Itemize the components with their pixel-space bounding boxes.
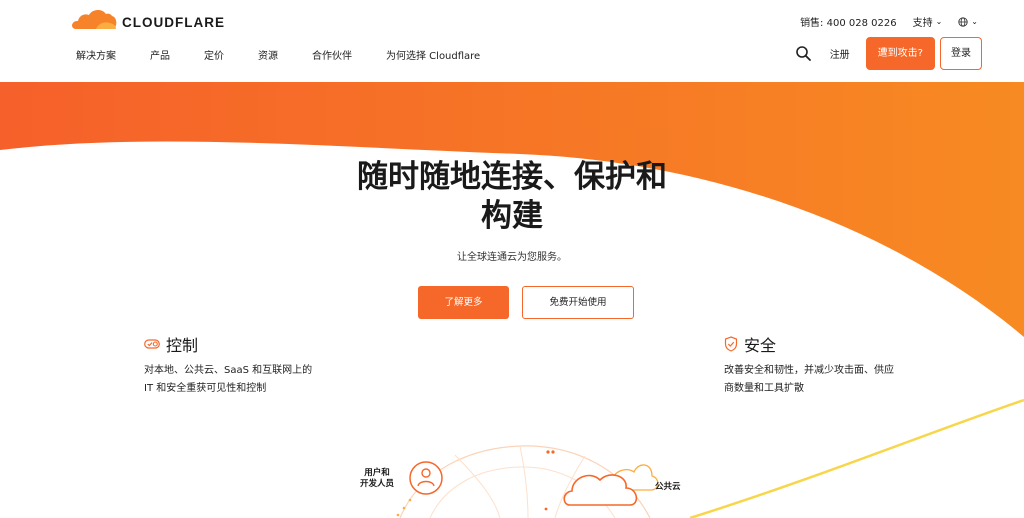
hero-title-line1: 随时随地连接、保护和 [357,159,667,195]
users-developers-label-line2: 开发人员 [359,479,394,489]
feature-security: 安全 改善安全和韧性，并减少攻击面、供应 商数量和工具扩散 [724,332,919,398]
user-node [409,461,443,495]
feature-security-desc-line1: 改善安全和韧性，并减少攻击面、供应 [724,365,894,376]
hero-title-line2: 构建 [481,198,543,234]
users-developers-label-line1: 用户和 [364,468,390,478]
start-free-button[interactable]: 免费开始使用 [522,286,634,319]
nav-item-why-cloudflare[interactable]: 为何选择 Cloudflare [386,47,480,62]
feature-control: 控制 对本地、公共云、SaaS 和互联网上的 IT 和安全重获可见性和控制 [144,332,339,398]
feature-security-title: 安全 [744,336,777,355]
feature-control-description: 对本地、公共云、SaaS 和互联网上的 IT 和安全重获可见性和控制 [144,362,339,398]
main-nav: 解决方案 产品 定价 资源 合作伙伴 为何选择 Cloudflare [76,47,514,62]
nav-item-resources[interactable]: 资源 [258,47,278,62]
users-developers-label: 用户和 开发人员 [352,468,402,490]
shield-check-icon [724,336,738,352]
feature-control-desc-line1: 对本地、公共云、SaaS 和互联网上的 [144,365,313,376]
learn-more-button[interactable]: 了解更多 [418,286,509,319]
support-label: 支持 [912,18,933,29]
utility-bar: 销售: 400 028 0226 支持 ⌄ ⌄ [784,14,978,29]
sales-phone[interactable]: 销售: 400 028 0226 [800,14,897,29]
nav-item-products[interactable]: 产品 [150,47,170,62]
header-actions: 注册 遭到攻击? 登录 [794,37,982,70]
brand-wordmark: CLOUDFLARE [122,14,225,30]
public-cloud-label: 公共云 [655,482,681,492]
nav-item-pricing[interactable]: 定价 [204,47,224,62]
chevron-down-icon: ⌄ [971,17,978,26]
cloudflare-logo[interactable]: CLOUDFLARE [70,7,225,31]
nav-item-partners[interactable]: 合作伙伴 [312,47,352,62]
under-attack-button[interactable]: 遭到攻击? [865,37,935,70]
globe-icon [958,16,968,27]
toggle-check-icon [144,339,160,349]
nav-item-solutions[interactable]: 解决方案 [76,47,116,62]
signup-link[interactable]: 注册 [830,46,850,61]
search-icon[interactable] [794,44,814,64]
feature-security-desc-line2: 商数量和工具扩散 [724,383,804,394]
site-header: CLOUDFLARE 销售: 400 028 0226 支持 ⌄ ⌄ 解决方案 … [0,0,1024,82]
cloudflare-cloud-icon [72,9,117,29]
hero-subtitle: 让全球连通云为您服务。 [457,252,567,263]
cloud-node-icon [563,464,659,506]
feature-control-title: 控制 [166,336,199,355]
login-button[interactable]: 登录 [940,37,982,70]
feature-security-description: 改善安全和韧性，并减少攻击面、供应 商数量和工具扩散 [724,362,919,398]
support-menu[interactable]: 支持 ⌄ [913,14,943,29]
feature-control-desc-line2: IT 和安全重获可见性和控制 [144,383,267,394]
hero-title: 随时随地连接、保护和 构建 [312,158,712,236]
chevron-down-icon: ⌄ [935,17,943,26]
language-selector[interactable]: ⌄ [958,16,978,27]
